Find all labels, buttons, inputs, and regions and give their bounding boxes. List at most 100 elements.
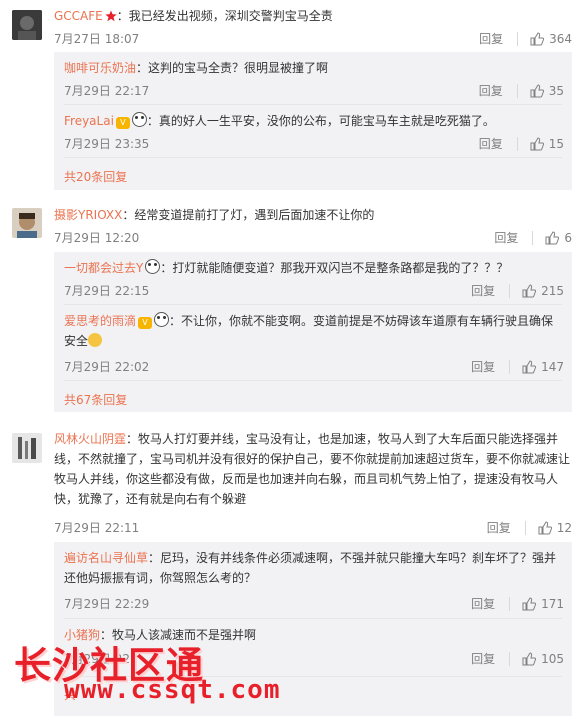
like-button[interactable]: 215	[522, 284, 564, 298]
thumbs-up-icon	[522, 359, 537, 373]
like-button[interactable]: 35	[530, 84, 564, 98]
reply-actions: 回复 171	[471, 595, 564, 612]
reply-box: 咖啡可乐奶油：这判的宝马全责？很明显被撞了啊 7月29日 22:17 回复 35…	[54, 52, 572, 190]
reply-button[interactable]: 回复	[487, 519, 511, 536]
separator	[64, 380, 562, 381]
thumbs-up-icon	[538, 520, 552, 534]
like-count: 35	[548, 83, 564, 98]
vip-badge-icon: V	[115, 117, 130, 129]
panda-badge-icon	[145, 259, 161, 274]
reply-body: ：打灯就能随便变道？那我开双闪岂不是整条路都是我的了？？？	[160, 261, 509, 275]
divider	[532, 230, 534, 245]
like-count: 12	[556, 520, 572, 535]
reply-item: 爱思考的雨滴 V ：不让你，你就不能变啊。变道前提是不妨碍该车道原有车辆行驶且确保安…	[64, 305, 572, 379]
avatar[interactable]	[12, 10, 42, 40]
reply-body: ：真的好人一生平安，没你的公布，可能宝马车主就是吃死猫了。	[146, 114, 495, 128]
reply-username[interactable]: 一切都会过去Y	[64, 261, 143, 275]
timestamp: 7月29日 22:11	[54, 521, 140, 535]
like-button[interactable]: 147	[522, 360, 564, 374]
watermark: 长沙社区通 www.cssqt.com	[14, 635, 280, 705]
like-button[interactable]: 364	[530, 32, 572, 46]
divider	[517, 31, 519, 46]
username[interactable]: 风林火山阴霆	[54, 432, 126, 446]
emoji-icon	[88, 333, 103, 347]
reply-timestamp: 7月29日 22:15	[64, 284, 150, 298]
more-replies-link[interactable]: 共67条回复	[64, 391, 127, 408]
vip-badge-icon: V	[138, 317, 153, 329]
comment-body: 牧马人并线，你这些都没有做，反而是也加速并向右躲，而且司机气势上怕了，提速没有牧…	[54, 472, 559, 486]
reply-actions: 回复 15	[479, 135, 564, 152]
star-badge-icon	[105, 10, 117, 22]
reply-button[interactable]: 回复	[479, 135, 503, 152]
reply-box: 一切都会过去Y ：打灯就能随便变道？那我开双闪岂不是整条路都是我的了？？？ 7月2…	[54, 252, 572, 412]
reply-username[interactable]: 遍访名山寻仙草	[64, 551, 148, 565]
avatar-image	[12, 433, 42, 463]
like-button[interactable]: 12	[538, 521, 572, 535]
thumbs-up-icon	[530, 83, 544, 97]
divider	[516, 83, 518, 98]
like-count: 364	[549, 31, 572, 46]
username[interactable]: 摄影YRIOXX	[54, 208, 122, 222]
like-button[interactable]: 15	[530, 137, 564, 151]
comment-actions: 回复 6	[494, 229, 572, 246]
like-count: 171	[541, 596, 564, 611]
reply-item: 遍访名山寻仙草：尼玛，没有并线条件必须减速啊，不强并就只能撞大车吗？刹车坏了？强…	[64, 542, 572, 616]
reply-actions: 回复 215	[471, 282, 564, 299]
like-count: 147	[541, 359, 564, 374]
like-count: 6	[564, 230, 572, 245]
reply-body-cont: 还他妈振振有词，你驾照怎么考的？	[64, 571, 257, 585]
reply-body: ：这判的宝马全责？很明显被撞了啊	[136, 61, 329, 75]
avatar[interactable]	[12, 208, 42, 238]
reply-button[interactable]: 回复	[479, 30, 503, 47]
divider	[509, 651, 511, 666]
divider	[516, 136, 518, 151]
comment-2: 摄影YRIOXX：经常变道提前打了灯，遇到后面加速不让你的 7月29日 12:2…	[0, 200, 580, 415]
comment-body: ：经常变道提前打了灯，遇到后面加速不让你的	[122, 208, 375, 222]
reply-username[interactable]: 咖啡可乐奶油	[64, 61, 136, 75]
reply-actions: 回复 105	[471, 650, 564, 667]
thumbs-up-icon	[522, 596, 537, 610]
thumbs-up-icon	[522, 283, 537, 297]
reply-button[interactable]: 回复	[494, 229, 518, 246]
thumbs-up-icon	[545, 230, 560, 244]
divider	[509, 596, 511, 611]
like-count: 15	[548, 136, 564, 151]
reply-body-cont: 安全	[64, 334, 89, 348]
timestamp: 7月27日 18:07	[54, 32, 140, 46]
divider	[509, 359, 511, 374]
avatar-image	[12, 208, 42, 238]
thumbs-up-icon	[530, 31, 545, 45]
reply-button[interactable]: 回复	[471, 595, 495, 612]
thumbs-up-icon	[530, 136, 544, 150]
timestamp: 7月29日 12:20	[54, 231, 140, 245]
separator	[64, 157, 562, 158]
comment-1: GCCAFE ：我已经发出视频，深圳交警判宝马全责 7月27日 18:07 回复 …	[0, 0, 580, 190]
reply-timestamp: 7月29日 23:35	[64, 137, 150, 151]
avatar[interactable]	[12, 433, 42, 463]
reply-body: ：不让你，你就不能变啊。变道前提是不妨碍该车道原有车辆行驶且确保	[169, 314, 554, 328]
like-button[interactable]: 105	[522, 652, 564, 666]
reply-item: 一切都会过去Y ：打灯就能随便变道？那我开双闪岂不是整条路都是我的了？？？ 7月2…	[64, 252, 572, 304]
thumbs-up-icon	[522, 651, 537, 665]
username[interactable]: GCCAFE	[54, 9, 103, 23]
comment-text: GCCAFE ：我已经发出视频，深圳交警判宝马全责	[54, 6, 333, 26]
reply-actions: 回复 147	[471, 358, 564, 375]
divider	[509, 283, 511, 298]
like-button[interactable]: 6	[545, 231, 572, 245]
reply-button[interactable]: 回复	[471, 650, 495, 667]
reply-button[interactable]: 回复	[471, 358, 495, 375]
panda-badge-icon	[131, 112, 147, 127]
comment-body: 线，不然就撞了，宝马司机并没有很好的保护自己，要不你就提前加速超过货车，要不你就…	[54, 452, 571, 466]
like-count: 105	[541, 651, 564, 666]
reply-body: ：尼玛，没有并线条件必须减速啊，不强并就只能撞大车吗？刹车坏了？强并	[148, 551, 557, 565]
reply-username[interactable]: FreyaLai	[64, 114, 114, 128]
reply-timestamp: 7月29日 22:29	[64, 597, 150, 611]
reply-button[interactable]: 回复	[471, 282, 495, 299]
like-button[interactable]: 171	[522, 597, 564, 611]
reply-username[interactable]: 爱思考的雨滴	[64, 314, 136, 328]
reply-button[interactable]: 回复	[479, 82, 503, 99]
more-replies-link[interactable]: 共20条回复	[64, 168, 127, 185]
reply-timestamp: 7月29日 22:17	[64, 84, 150, 98]
like-count: 215	[541, 283, 564, 298]
comment-body: ：牧马人打灯要并线，宝马没有让，也是加速，牧马人到了大车后面只能选择强并	[126, 432, 559, 446]
